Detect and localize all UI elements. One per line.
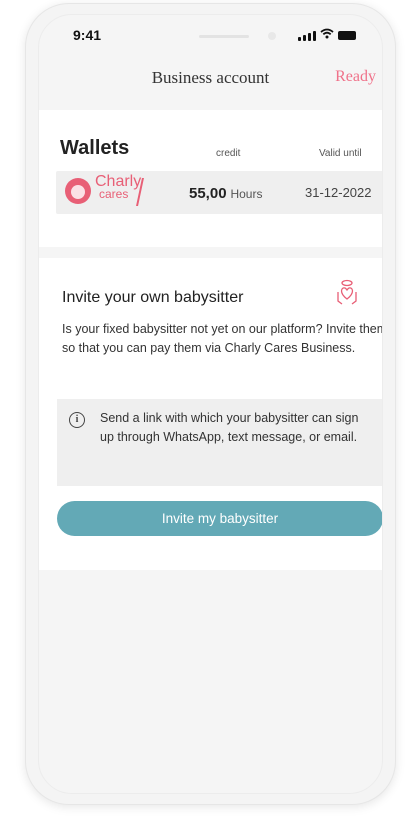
invite-card: Invite your own babysitter Is your fixed…: [39, 258, 382, 570]
heart-hands-icon: [337, 279, 357, 305]
credit-amount: 55,00: [189, 185, 227, 202]
wallets-card: Wallets credit Valid until Charly cares …: [39, 110, 382, 247]
info-box: i Send a link with which your babysitter…: [57, 399, 382, 486]
phone-frame: 9:41 Business account Ready Wallets cred…: [25, 3, 396, 805]
ready-button[interactable]: Ready: [335, 68, 376, 86]
valid-until-date: 31-12-2022: [305, 185, 372, 200]
status-icons: [298, 28, 356, 41]
signal-icon: [298, 31, 316, 41]
info-icon: i: [69, 412, 85, 428]
speaker-grille: [199, 35, 249, 38]
credit-column-header: credit: [216, 148, 241, 159]
credit-unit: Hours: [230, 187, 263, 201]
charly-cares-logo: Charly cares: [65, 174, 145, 210]
invite-babysitter-button[interactable]: Invite my babysitter: [57, 501, 382, 536]
navigation-bar: Business account Ready: [39, 55, 382, 101]
status-time: 9:41: [73, 27, 102, 43]
invite-title: Invite your own babysitter: [62, 289, 244, 306]
wifi-icon: [320, 28, 334, 41]
valid-until-column-header: Valid until: [319, 148, 362, 159]
wallet-row[interactable]: Charly cares 55,00 Hours 31-12-2022: [56, 171, 382, 214]
invite-description: Is your fixed babysitter not yet on our …: [62, 322, 383, 355]
wallets-title: Wallets: [60, 137, 130, 159]
status-bar: 9:41: [39, 15, 382, 55]
front-camera: [268, 32, 276, 40]
battery-icon: [338, 31, 356, 40]
page-title: Business account: [151, 68, 270, 87]
credit-value: 55,00 Hours: [189, 185, 262, 202]
info-text: Send a link with which your babysitter c…: [100, 411, 359, 444]
app-screen: 9:41 Business account Ready Wallets cred…: [38, 14, 383, 794]
